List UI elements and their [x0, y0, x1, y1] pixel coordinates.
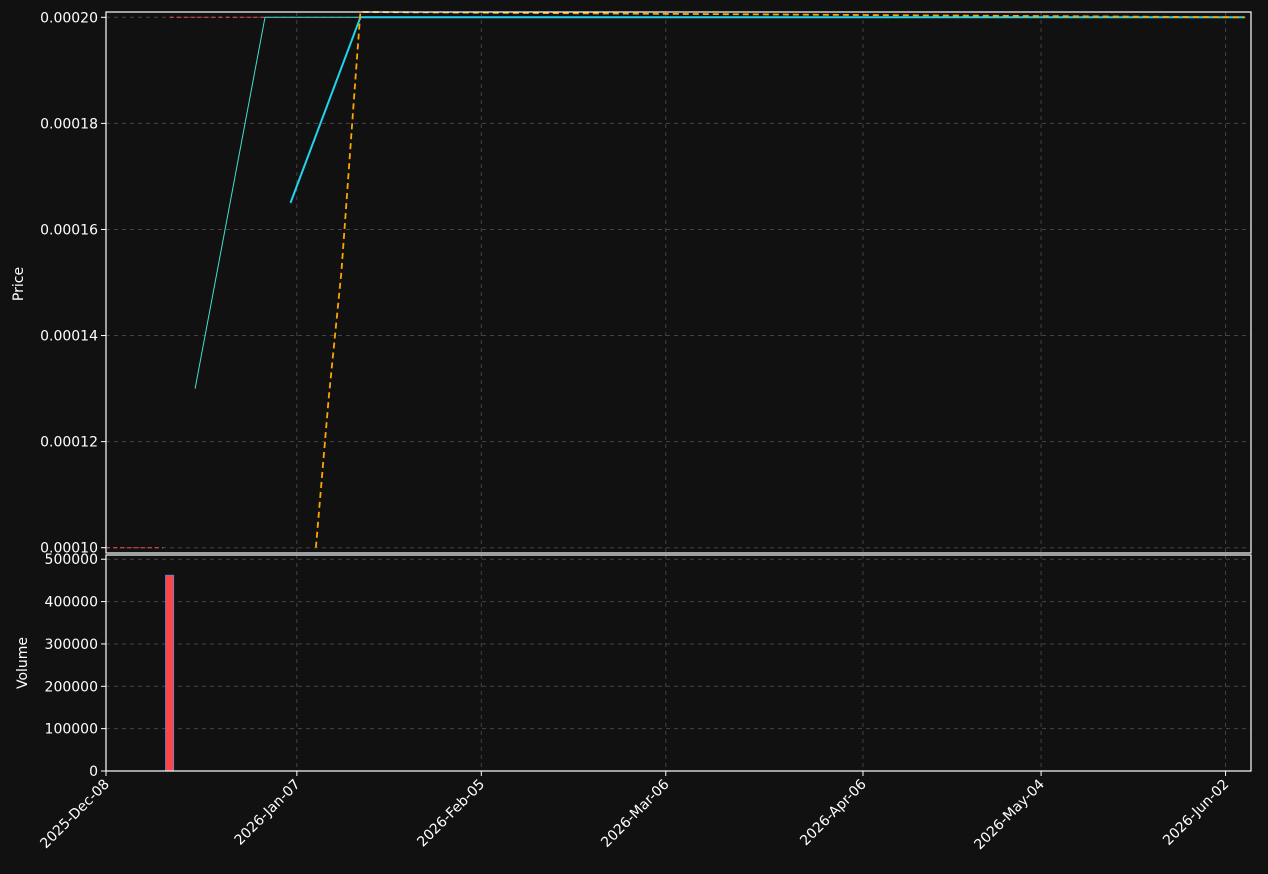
price-plot-frame — [105, 11, 1252, 554]
volume-y-tick-label: 100000 — [45, 722, 98, 738]
volume-bars — [165, 574, 175, 772]
volume-y-tick-label: 200000 — [45, 679, 98, 695]
x-tick-label: 2026-Apr-06 — [797, 776, 870, 849]
price-y-tick-label: 0.00016 — [40, 222, 98, 238]
volume-plot-frame — [105, 554, 1252, 772]
price-y-ticks: 0.000100.000120.000140.000160.000180.000… — [40, 10, 106, 557]
price-series-line-dashed — [315, 11, 1245, 548]
price-y-tick-label: 0.00014 — [40, 329, 98, 345]
price-series-line-thin — [194, 16, 1245, 389]
x-tick-label: 2026-May-04 — [971, 776, 1048, 853]
volume-grid — [105, 555, 1251, 772]
price-panel: 0.000100.000120.000140.000160.000180.000… — [11, 10, 1252, 557]
volume-y-tick-label: 500000 — [45, 552, 98, 568]
volume-y-ticks: 0 100000 200000 300000 400000 500000 — [45, 552, 106, 780]
chart: 0.000100.000120.000140.000160.000180.000… — [11, 10, 1252, 853]
x-ticks: 2025-Dec-08 2026-Jan-07 2026-Feb-05 2026-Ma… — [37, 771, 1232, 853]
price-series — [106, 11, 1245, 549]
price-grid — [105, 12, 1251, 553]
volume-bar — [165, 574, 175, 772]
volume-panel: 0 100000 200000 300000 400000 500000 Volume 2… — [15, 552, 1252, 853]
x-tick-label: 2025-Dec-08 — [37, 777, 112, 852]
volume-y-tick-label: 300000 — [45, 637, 98, 653]
x-tick-label: 2026-Jan-07 — [232, 777, 304, 849]
volume-y-axis-label: Volume — [15, 637, 31, 689]
x-tick-label: 2026-Mar-06 — [598, 776, 672, 850]
price-y-tick-label: 0.00012 — [40, 435, 98, 451]
x-tick-label: 2026-Feb-05 — [414, 777, 488, 851]
price-y-tick-label: 0.00018 — [40, 116, 98, 132]
price-y-tick-label: 0.00020 — [40, 10, 98, 26]
volume-y-tick-label: 400000 — [45, 595, 98, 611]
x-tick-label: 2026-Jun-02 — [1160, 777, 1232, 849]
volume-y-tick-label: 0 — [89, 764, 98, 780]
price-series-line-solid — [289, 16, 1245, 204]
price-y-axis-label: Price — [11, 267, 27, 301]
